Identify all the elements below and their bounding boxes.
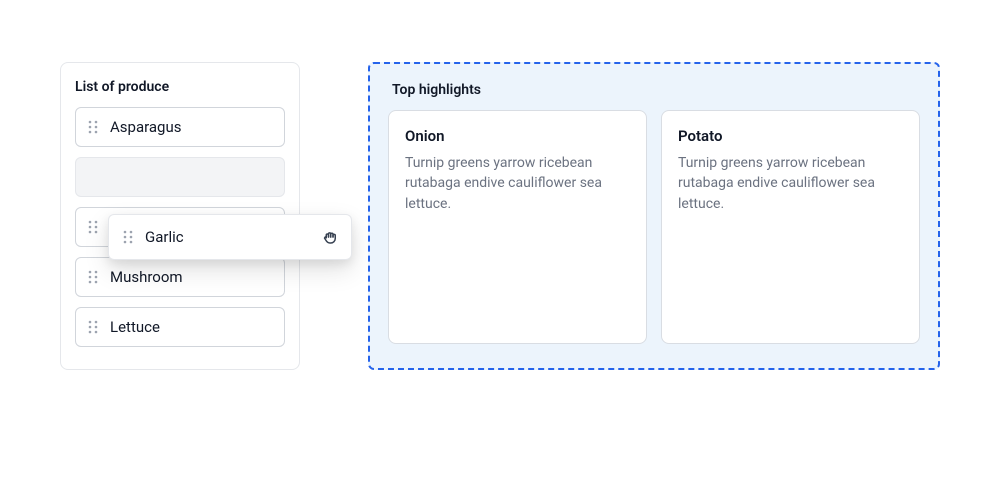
produce-item[interactable]: Asparagus	[75, 107, 285, 147]
highlight-card[interactable]: Potato Turnip greens yarrow ricebean rut…	[661, 110, 920, 344]
highlight-card-title: Potato	[678, 127, 903, 145]
highlight-card[interactable]: Onion Turnip greens yarrow ricebean ruta…	[388, 110, 647, 344]
drag-handle-icon[interactable]	[86, 319, 100, 335]
produce-item-label: Lettuce	[110, 318, 160, 336]
grab-cursor-icon	[321, 228, 339, 246]
drag-handle-icon[interactable]	[121, 229, 135, 245]
drag-handle-icon[interactable]	[86, 269, 100, 285]
highlight-card-description: Turnip greens yarrow ricebean rutabaga e…	[678, 153, 903, 214]
highlight-card-description: Turnip greens yarrow ricebean rutabaga e…	[405, 153, 630, 214]
produce-list-title: List of produce	[75, 79, 285, 95]
produce-item[interactable]: Mushroom	[75, 257, 285, 297]
highlights-cards-row: Onion Turnip greens yarrow ricebean ruta…	[388, 110, 920, 344]
drag-handle-icon[interactable]	[86, 119, 100, 135]
produce-item[interactable]: Lettuce	[75, 307, 285, 347]
produce-item-placeholder[interactable]	[75, 157, 285, 197]
highlight-card-title: Onion	[405, 127, 630, 145]
produce-item-label: Mushroom	[110, 268, 183, 286]
highlights-dropzone[interactable]: Top highlights Onion Turnip greens yarro…	[368, 62, 940, 370]
dragged-produce-item[interactable]: Garlic	[108, 214, 352, 260]
highlights-title: Top highlights	[388, 82, 920, 98]
produce-item-label: Asparagus	[110, 118, 182, 136]
produce-item-label: Garlic	[145, 228, 321, 246]
drag-handle-icon[interactable]	[86, 219, 100, 235]
